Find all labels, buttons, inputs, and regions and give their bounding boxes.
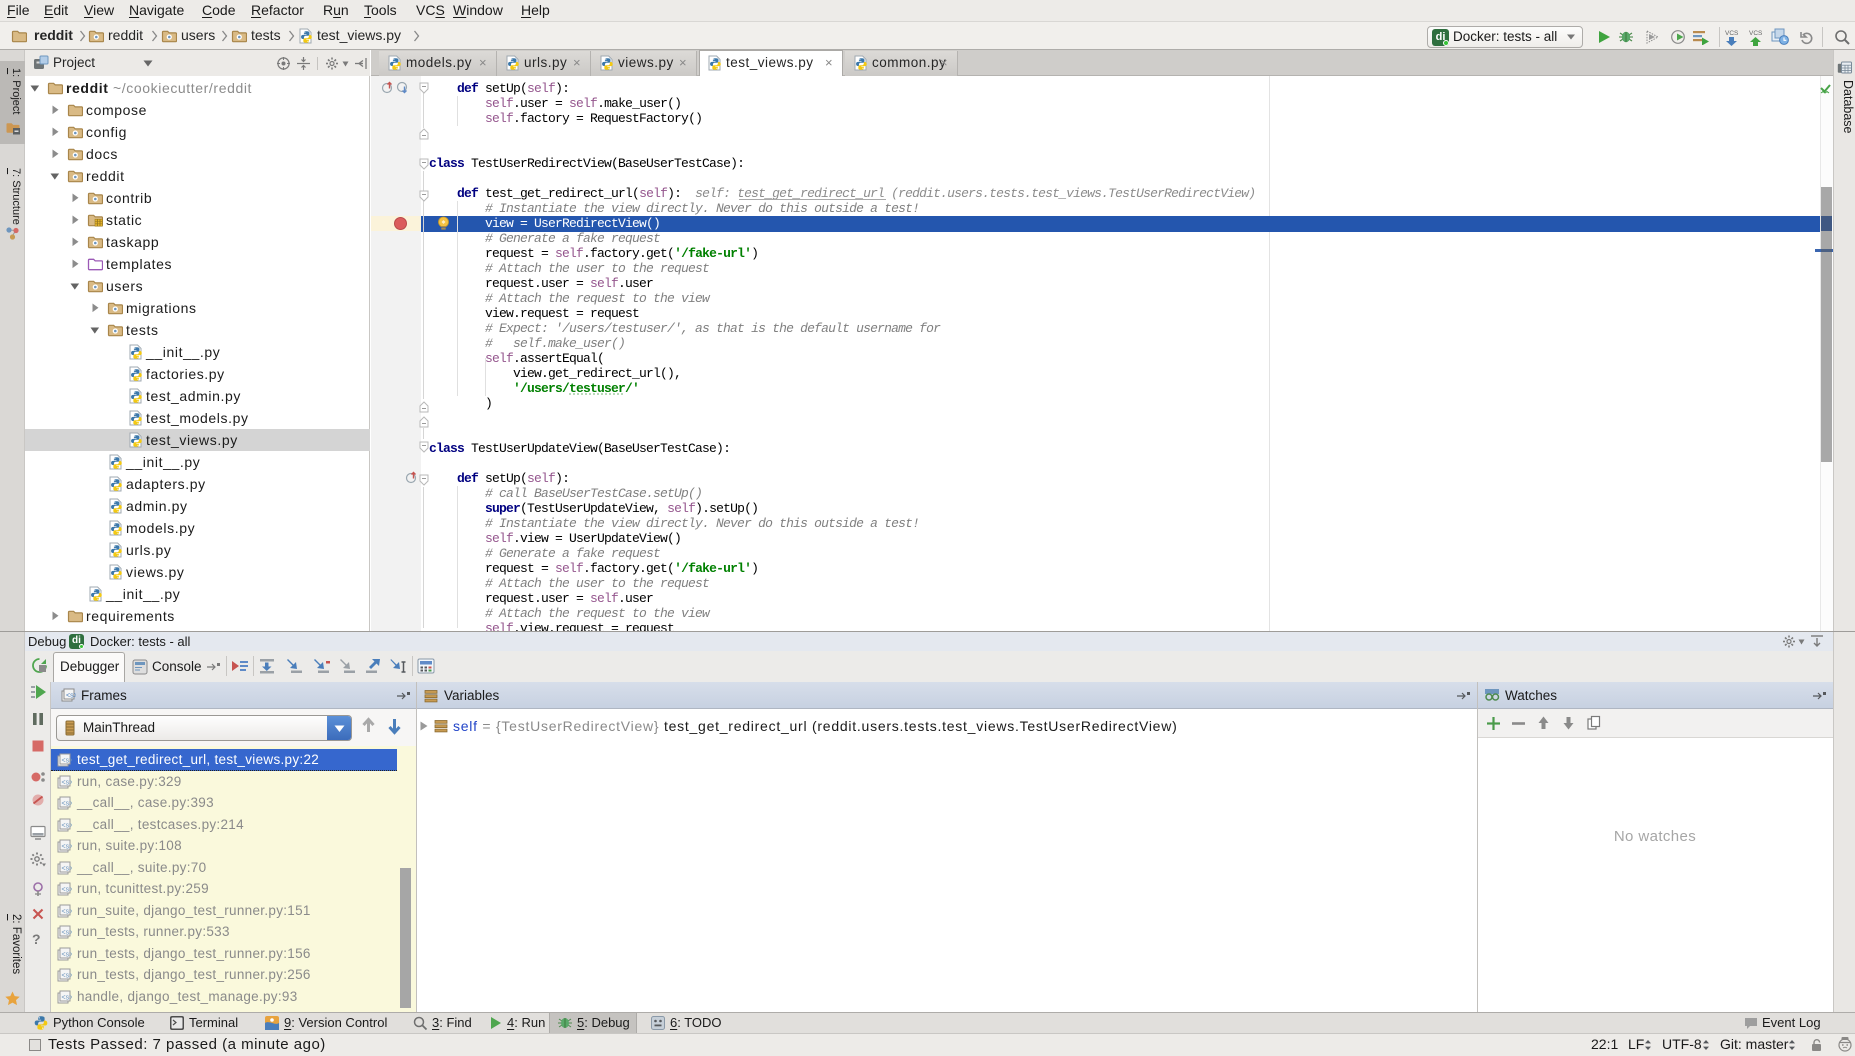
svg-text:<s>: <s> — [66, 693, 76, 700]
svg-text:<s>: <s> — [62, 758, 73, 765]
svg-text:<s>: <s> — [62, 887, 73, 894]
svg-text:VCS: VCS — [1749, 30, 1763, 37]
svg-text:<s>: <s> — [62, 779, 73, 786]
svg-text:<s>: <s> — [62, 822, 73, 829]
svg-text:<s>: <s> — [62, 951, 73, 958]
svg-text:<s>: <s> — [62, 973, 73, 980]
svg-text:<s>: <s> — [62, 994, 73, 1001]
svg-text:VCS: VCS — [1725, 30, 1739, 37]
svg-text:<s>: <s> — [62, 801, 73, 808]
svg-text:<s>: <s> — [62, 908, 73, 915]
svg-text:<s>: <s> — [62, 865, 73, 872]
svg-text:<s>: <s> — [62, 844, 73, 851]
svg-text:<s>: <s> — [62, 930, 73, 937]
